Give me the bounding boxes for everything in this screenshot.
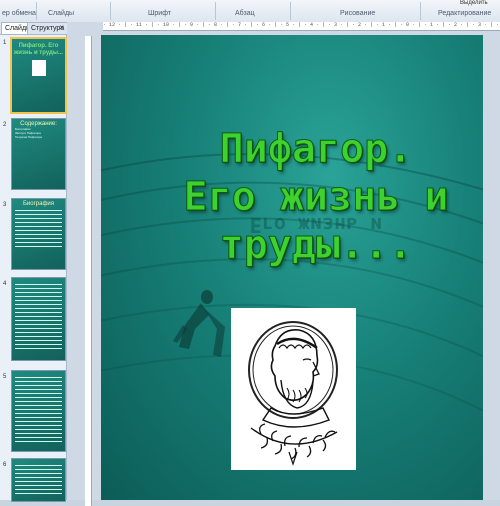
ribbon-group-paragraph[interactable]: Абзац	[235, 10, 255, 17]
thumbnail-line: Теорема Пифагора	[15, 135, 42, 139]
select-button[interactable]: Выделить	[460, 0, 488, 6]
title-line-2: Его жизнь и	[183, 174, 449, 221]
ribbon-separator	[215, 2, 216, 20]
slide-canvas[interactable]: Его жизнь и Пифагор. Его жизнь и труды..…	[101, 35, 483, 500]
title-line-3: труды...	[219, 222, 413, 269]
ribbon-separator	[110, 2, 111, 20]
horizontal-ruler[interactable]: · 12 · | · 11 · | · 10 · | · 9 · | · 8 ·…	[103, 22, 500, 31]
ribbon: ер обмена Слайды Шрифт Абзац Рисование Р…	[0, 0, 500, 23]
panel-tabs: Слайды Структура ×	[0, 22, 69, 35]
pythagoras-portrait[interactable]	[231, 308, 356, 470]
slide-thumbnail-1[interactable]: Пифагор. Его жизнь и труды...	[10, 37, 67, 114]
slide-number: 6	[3, 462, 7, 468]
ribbon-separator	[36, 2, 37, 20]
thumbnail-portrait	[31, 60, 46, 76]
thumbnail-text-block	[15, 377, 62, 443]
thumbnail-text-block	[15, 465, 62, 495]
ribbon-separator	[420, 2, 421, 20]
ribbon-separator	[290, 2, 291, 20]
slide-thumbnail-2[interactable]: Содержание: Биография Заслуги Пифагора Т…	[11, 118, 66, 190]
slide-thumbnail-5[interactable]	[11, 370, 66, 452]
portrait-drawing	[248, 321, 338, 466]
slide-number: 5	[3, 374, 7, 380]
thumbnail-title: Пифагор. Его жизнь и труды...	[14, 43, 63, 56]
slide-number: 4	[3, 281, 7, 287]
slide-number: 3	[3, 202, 7, 208]
close-icon[interactable]: ×	[59, 22, 64, 33]
ribbon-group-slides[interactable]: Слайды	[48, 10, 74, 17]
slide-thumbnail-4[interactable]	[11, 277, 66, 361]
title-line-1: Пифагор.	[219, 126, 413, 173]
slide-number: 2	[3, 122, 7, 128]
ribbon-group-editing[interactable]: Редактирование	[438, 10, 491, 17]
runner-silhouette	[173, 290, 225, 357]
slide-title[interactable]: Пифагор. Его жизнь и труды...	[181, 125, 451, 269]
slide-number: 1	[3, 40, 7, 46]
slide-thumbnail-3[interactable]: Биография	[11, 198, 66, 270]
ribbon-group-clipboard[interactable]: ер обмена	[2, 10, 36, 17]
ribbon-group-font[interactable]: Шрифт	[148, 10, 171, 17]
vertical-ruler[interactable]	[85, 36, 92, 506]
slides-panel: Слайды Структура × 1 Пифагор. Его жизнь …	[0, 22, 69, 502]
thumbnail-text-block	[15, 210, 62, 250]
thumbnail-heading: Биография	[22, 201, 55, 207]
thumbnail-text-block	[15, 284, 62, 352]
ribbon-group-drawing[interactable]: Рисование	[340, 10, 375, 17]
slide-thumbnail-6[interactable]	[11, 458, 66, 502]
